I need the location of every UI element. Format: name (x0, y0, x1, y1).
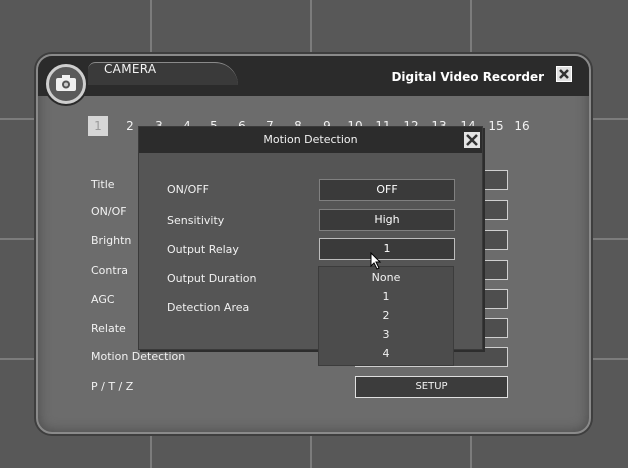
camera-icon (46, 64, 86, 104)
sensitivity-select[interactable]: High (319, 209, 455, 231)
close-icon (466, 134, 478, 146)
window-close-button[interactable] (556, 66, 572, 82)
output-relay-label: Output Relay (167, 243, 239, 256)
onoff-label: ON/OFF (167, 183, 209, 196)
dropdown-option[interactable]: 3 (319, 326, 453, 343)
dropdown-option[interactable]: 4 (319, 345, 453, 362)
output-relay-dropdown: None 1 2 3 4 (318, 266, 454, 366)
dialog-close-button[interactable] (464, 132, 480, 148)
setting-onoff-label: ON/OF (91, 205, 127, 218)
channel-button-2[interactable]: 2 (120, 116, 140, 136)
sensitivity-label: Sensitivity (167, 214, 225, 227)
onoff-select[interactable]: OFF (319, 179, 455, 201)
setting-title-label: Title (91, 178, 115, 191)
dropdown-option[interactable]: 2 (319, 307, 453, 324)
output-duration-label: Output Duration (167, 272, 257, 285)
ptz-setup-button[interactable]: SETUP (355, 376, 508, 398)
setting-contrast-label: Contra (91, 264, 128, 277)
dialog-title: Motion Detection (139, 127, 482, 153)
mouse-cursor-icon (370, 252, 382, 270)
output-relay-select[interactable]: 1 (319, 238, 455, 260)
dropdown-option[interactable]: 1 (319, 288, 453, 305)
setting-agc-label: AGC (91, 293, 115, 306)
setting-ptz-label: P / T / Z (91, 380, 134, 393)
channel-button-16[interactable]: 16 (512, 116, 532, 136)
detection-area-label: Detection Area (167, 301, 250, 314)
channel-button-1[interactable]: 1 (88, 116, 108, 136)
setting-motion-label: Motion Detection (91, 350, 186, 363)
setting-brightness-label: Brightn (91, 234, 132, 247)
setting-related-label: Relate (91, 322, 126, 335)
channel-button-15[interactable]: 15 (486, 116, 506, 136)
dropdown-option[interactable]: None (319, 269, 453, 286)
window-title: Digital Video Recorder (391, 70, 544, 84)
close-icon (559, 69, 569, 79)
camera-tab-label: CAMERA (104, 62, 157, 76)
